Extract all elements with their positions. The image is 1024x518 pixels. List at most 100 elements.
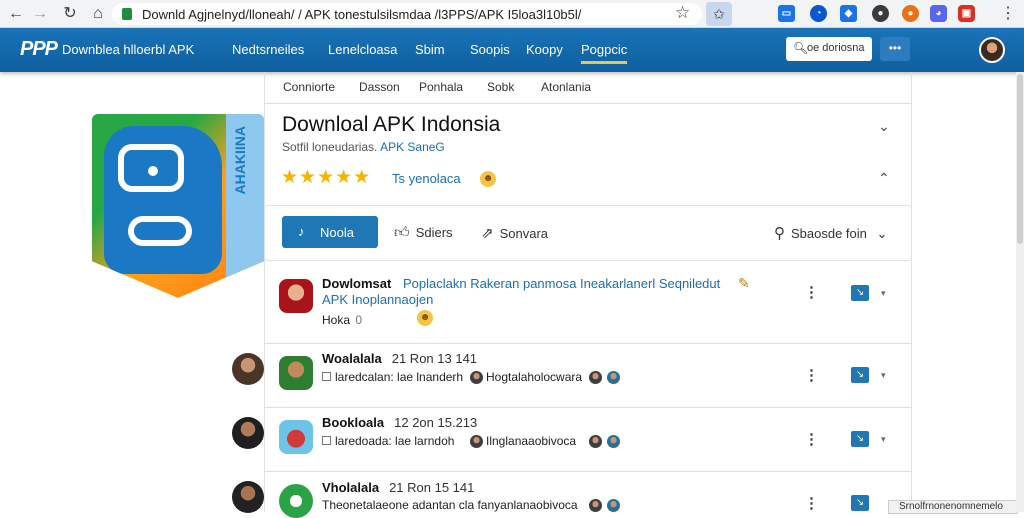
comment-author[interactable]: Vholalala 21 Ron 15 141 — [322, 480, 474, 495]
nav-item-2[interactable]: Lenelcloasa — [328, 42, 397, 57]
nav-item-4[interactable]: Soopis — [470, 42, 510, 57]
puzzle-icon[interactable]: ◆ — [840, 5, 857, 22]
reply-icon[interactable]: ↘ — [851, 285, 869, 301]
discord-ext-icon[interactable]: ◕ — [930, 5, 947, 22]
primary-button[interactable]: ♪ Noola — [282, 216, 378, 248]
sort-dropdown[interactable]: ⚲ Sbaosde foin ⌄ — [774, 224, 887, 242]
author-name: Bookloala — [322, 415, 385, 430]
comment-text: Theonetalaeone adantan cla fanyanlanaobi… — [322, 498, 578, 512]
like-label: Sdiers — [415, 225, 453, 240]
user-avatar[interactable] — [232, 353, 264, 385]
lock-icon — [122, 8, 132, 20]
subnav-item-2[interactable]: Dasson — [359, 80, 400, 94]
more-options-icon[interactable]: ⋮ — [804, 494, 819, 512]
page-title: Downloal APK Indonsia — [282, 113, 501, 136]
search-icon: 🔍︎ — [793, 41, 809, 55]
comment-meta-label: Hoka — [322, 313, 351, 327]
comment-avatar[interactable] — [279, 484, 313, 518]
square-icon — [322, 436, 331, 445]
site-logo[interactable]: PPP — [20, 38, 58, 61]
square-icon — [322, 372, 331, 381]
nav-item-6-active[interactable]: Pogpcic — [581, 42, 628, 64]
comment-avatar[interactable] — [279, 420, 313, 454]
forward-arrow-icon[interactable]: → — [30, 4, 50, 24]
site-name[interactable]: Downblea hlloerbl APK — [62, 42, 194, 57]
more-button[interactable]: ••• — [880, 37, 910, 61]
comment-avatar[interactable] — [279, 279, 313, 313]
reply-icon[interactable]: ↘ — [851, 367, 869, 383]
smile-emoji-icon: ☻ — [417, 310, 433, 326]
timestamp: 21 Ron 13 141 — [391, 351, 478, 366]
site-header: PPP Downblea hlloerbl APK Nedtsrneiles L… — [0, 28, 1024, 72]
scrollbar[interactable] — [1016, 72, 1024, 512]
more-options-icon[interactable]: ⋮ — [804, 366, 819, 384]
mini-avatar — [607, 435, 620, 448]
back-arrow-icon[interactable]: ← — [6, 4, 26, 24]
subnav-item-5[interactable]: Atonlania — [541, 80, 591, 94]
more-options-icon[interactable]: ⋮ — [804, 283, 819, 301]
pencil-icon: ✎ — [738, 275, 750, 291]
row-divider — [265, 471, 911, 472]
thumbs-up-icon: 👍︎ — [394, 224, 410, 241]
extension-icon[interactable]: ✩ — [706, 2, 732, 26]
comment-link-line2[interactable]: APK Inoplannaojen — [322, 292, 433, 307]
comment-body: laredcalan: lae lnanderh — [322, 370, 463, 384]
subtitle-text: Sotfil loneudarias. — [282, 140, 378, 154]
avatar[interactable] — [979, 37, 1005, 63]
app-icon: AHAKIINA — [92, 114, 264, 298]
subnav-item-3[interactable]: Ponhala — [419, 80, 463, 94]
subtitle-link[interactable]: APK SaneG — [380, 140, 445, 154]
mini-avatar — [470, 435, 483, 448]
rating-text[interactable]: Ts yenolaca — [392, 171, 461, 186]
comment-author[interactable]: Bookloala 12 2on 15.213 — [322, 415, 477, 430]
scrollbar-thumb[interactable] — [1017, 74, 1023, 244]
reply-icon[interactable]: ↘ — [851, 495, 869, 511]
smile-emoji-icon: ☻ — [480, 171, 496, 187]
profile-ext-icon[interactable]: ● — [872, 5, 889, 22]
caret-icon[interactable]: ▾ — [881, 288, 886, 299]
app-icon-mouth — [128, 216, 192, 246]
nav-item-1[interactable]: Nedtsrneiles — [232, 42, 304, 57]
mini-avatar — [607, 371, 620, 384]
comment-link[interactable]: Poplaclakn Rakeran panmosa Ineakarlanerl… — [403, 276, 720, 291]
music-note-icon: ♪ — [298, 224, 305, 239]
like-button[interactable]: 👍︎ Sdiers — [394, 224, 453, 242]
row-divider — [265, 343, 911, 344]
notification-ext-icon[interactable]: ▣ — [958, 5, 975, 22]
nav-item-3[interactable]: Sbim — [415, 42, 445, 57]
reload-icon[interactable]: ↻ — [60, 4, 80, 24]
subnav-item-4[interactable]: Sobk — [487, 80, 514, 94]
author-name: Vholalala — [322, 480, 380, 495]
fox-ext-icon[interactable]: ● — [902, 5, 919, 22]
comment-text: laredoada: lae larndoh — [335, 434, 455, 448]
comment-author[interactable]: Woalalala 21 Ron 13 141 — [322, 351, 477, 366]
comment-author[interactable]: Dowlomsat — [322, 276, 391, 291]
search-input[interactable]: 🔍︎ oe doriosna — [786, 37, 872, 61]
search-icon: ⚲ — [774, 225, 785, 242]
caret-icon[interactable]: ▾ — [881, 434, 886, 445]
user-avatar[interactable] — [232, 417, 264, 449]
app-icon-label: AHAKIINA — [232, 126, 248, 195]
url-text: Downld Agjnelnyd/lloneah/ / APK tonestul… — [142, 7, 582, 22]
home-icon[interactable]: ⌂ — [88, 4, 108, 24]
address-bar[interactable]: Downld Agjnelnyd/lloneah/ / APK tonestul… — [112, 3, 702, 25]
primary-button-label: Noola — [320, 225, 354, 240]
chevron-up-icon[interactable]: ⌃ — [878, 170, 890, 187]
bookmark-star-icon[interactable]: ☆ — [675, 3, 690, 23]
divider — [265, 103, 911, 104]
cast-icon[interactable]: ▭ — [778, 5, 795, 22]
sort-label: Sbaosde foin — [791, 226, 867, 241]
nav-item-5[interactable]: Koopy — [526, 42, 563, 57]
caret-icon[interactable]: ▾ — [881, 370, 886, 381]
clock-icon[interactable]: ◔ — [810, 5, 827, 22]
subnav-item-1[interactable]: Conniorte — [283, 80, 335, 94]
chevron-down-icon[interactable]: ⌄ — [878, 118, 890, 135]
menu-icon[interactable]: ⋮ — [1000, 3, 1016, 23]
app-icon-eye — [148, 166, 158, 176]
reply-icon[interactable]: ↘ — [851, 431, 869, 447]
more-options-icon[interactable]: ⋮ — [804, 430, 819, 448]
timestamp: 12 2on 15.213 — [394, 415, 478, 430]
share-button[interactable]: ⇗ Sonvara — [481, 224, 548, 242]
comment-avatar[interactable] — [279, 356, 313, 390]
user-avatar[interactable] — [232, 481, 264, 513]
